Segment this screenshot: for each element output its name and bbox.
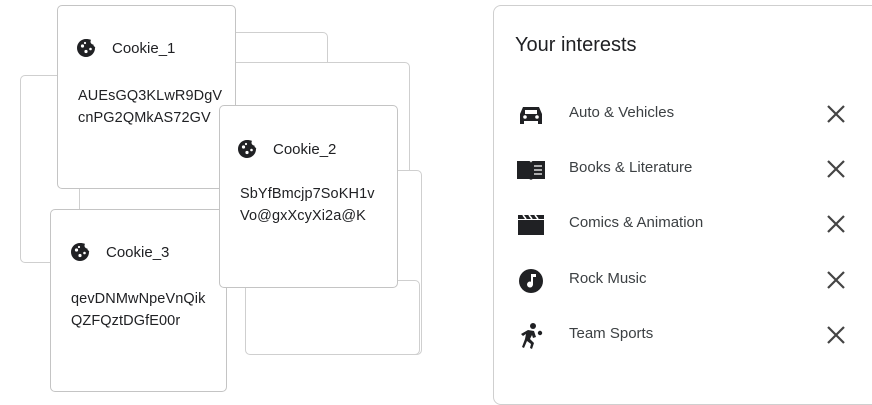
interest-item: Auto & Vehicles bbox=[494, 89, 872, 139]
cookie-icon bbox=[71, 243, 90, 261]
book-icon bbox=[516, 156, 546, 184]
interests-panel: Your interests Auto & Vehicles Books & L… bbox=[493, 5, 872, 405]
cookie-card: Cookie_3 qevDNMwNpeVnQik QZFQztDGfE00r bbox=[50, 209, 227, 392]
cookie-header: Cookie_3 bbox=[68, 240, 169, 264]
background-card bbox=[245, 280, 420, 355]
cookie-value-line: QZFQztDGfE00r bbox=[71, 313, 181, 329]
music-note-icon bbox=[516, 267, 546, 295]
cookie-header: Cookie_2 bbox=[235, 137, 336, 161]
close-icon bbox=[827, 215, 845, 233]
cookie-value-line: qevDNMwNpeVnQik bbox=[71, 291, 206, 307]
interest-label: Auto & Vehicles bbox=[569, 104, 675, 121]
cookie-icon bbox=[77, 39, 96, 57]
remove-interest-button[interactable] bbox=[824, 212, 848, 236]
cookie-name: Cookie_3 bbox=[106, 243, 170, 261]
clapperboard-icon bbox=[516, 211, 546, 239]
cookie-icon bbox=[238, 140, 257, 158]
cookie-value-line: cnPG2QMkAS72GV bbox=[78, 110, 211, 126]
remove-interest-button[interactable] bbox=[824, 323, 848, 347]
sports-icon bbox=[516, 322, 546, 350]
cookie-value: AUEsGQ3KLwR9DgV cnPG2QMkAS72GV bbox=[78, 85, 222, 129]
cookie-value-line: AUEsGQ3KLwR9DgV bbox=[78, 88, 223, 104]
cookie-value-line: SbYfBmcjp7SoKH1v bbox=[240, 186, 375, 202]
close-icon bbox=[827, 271, 845, 289]
cookie-header: Cookie_1 bbox=[74, 36, 175, 60]
close-icon bbox=[827, 160, 845, 178]
remove-interest-button[interactable] bbox=[824, 102, 848, 126]
cookie-value: SbYfBmcjp7SoKH1v Vo@gxXcyXi2a@K bbox=[240, 183, 375, 227]
panel-title: Your interests bbox=[515, 34, 637, 56]
close-icon bbox=[827, 105, 845, 123]
interest-item: Team Sports bbox=[494, 310, 872, 360]
remove-interest-button[interactable] bbox=[824, 157, 848, 181]
interest-item: Rock Music bbox=[494, 255, 872, 305]
interest-item: Comics & Animation bbox=[494, 199, 872, 249]
cookie-name: Cookie_2 bbox=[273, 140, 337, 158]
interest-label: Team Sports bbox=[569, 325, 654, 342]
interest-label: Books & Literature bbox=[569, 159, 693, 176]
remove-interest-button[interactable] bbox=[824, 268, 848, 292]
cookie-card: Cookie_2 SbYfBmcjp7SoKH1v Vo@gxXcyXi2a@K bbox=[219, 105, 398, 288]
interest-item: Books & Literature bbox=[494, 144, 872, 194]
close-icon bbox=[827, 326, 845, 344]
cookie-name: Cookie_1 bbox=[112, 39, 176, 57]
cookie-card: Cookie_1 AUEsGQ3KLwR9DgV cnPG2QMkAS72GV bbox=[57, 5, 236, 189]
interest-label: Comics & Animation bbox=[569, 214, 704, 231]
cookie-value: qevDNMwNpeVnQik QZFQztDGfE00r bbox=[71, 288, 205, 332]
car-icon bbox=[516, 101, 546, 129]
interest-label: Rock Music bbox=[569, 270, 647, 287]
cookie-value-line: Vo@gxXcyXi2a@K bbox=[240, 208, 366, 224]
